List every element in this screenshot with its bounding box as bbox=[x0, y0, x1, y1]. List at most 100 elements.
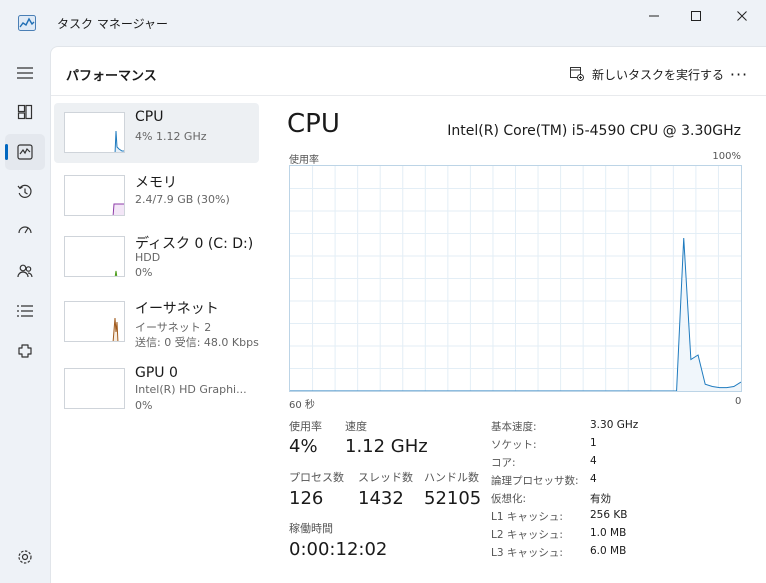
hamburger-menu-icon bbox=[17, 67, 33, 79]
usage-value: 4% bbox=[289, 436, 318, 457]
gpu-mini-graph bbox=[65, 369, 125, 409]
details-icon bbox=[17, 305, 33, 317]
users-icon bbox=[17, 264, 33, 278]
nav-menu-button[interactable] bbox=[5, 55, 45, 91]
graph-y-label: 使用率 bbox=[289, 155, 319, 166]
nav-startup-apps[interactable] bbox=[5, 213, 45, 249]
spec-value: 4 bbox=[590, 473, 597, 485]
spec-label: 論理プロセッサ数: bbox=[491, 475, 579, 487]
run-task-icon bbox=[570, 67, 584, 81]
spec-label: 仮想化: bbox=[491, 493, 527, 505]
nav-processes[interactable] bbox=[5, 94, 45, 130]
performance-icon bbox=[17, 144, 33, 160]
graph-y-max: 100% bbox=[712, 151, 741, 162]
active-indicator bbox=[5, 144, 8, 160]
cpu-mini-graph bbox=[114, 130, 124, 152]
speed-label: 速度 bbox=[345, 420, 367, 433]
resource-sub2: 0% bbox=[135, 399, 153, 412]
app-history-icon bbox=[17, 184, 32, 198]
ethernet-mini-graph bbox=[112, 317, 119, 341]
settings-icon bbox=[18, 550, 32, 564]
cpu-model: Intel(R) Core(TM) i5-4590 CPU @ 3.30GHz bbox=[447, 123, 741, 139]
threads-value: 1432 bbox=[358, 488, 404, 509]
minimize-button[interactable] bbox=[631, 0, 677, 32]
resource-item-gpu[interactable]: GPU 0 Intel(R) HD Graphi... 0% bbox=[54, 359, 259, 419]
spec-label: L3 キャッシュ: bbox=[491, 547, 563, 559]
speed-value: 1.12 GHz bbox=[345, 436, 428, 457]
spec-value: 1.0 MB bbox=[590, 527, 627, 539]
spec-value: 6.0 MB bbox=[590, 545, 627, 557]
spec-value: 1 bbox=[590, 437, 597, 449]
graph-time-start: 60 秒 bbox=[289, 400, 315, 411]
resource-thumbnail bbox=[64, 301, 125, 342]
close-button[interactable] bbox=[719, 0, 765, 32]
startup-apps-icon bbox=[18, 226, 32, 234]
resource-name: ディスク 0 (C: D:) bbox=[135, 236, 254, 252]
spec-label: L1 キャッシュ: bbox=[491, 511, 563, 523]
graph-time-end: 0 bbox=[735, 396, 742, 407]
cpu-usage-graph bbox=[289, 165, 742, 392]
resource-name: イーサネット bbox=[135, 301, 219, 317]
spec-label: ソケット: bbox=[491, 439, 537, 451]
resource-thumbnail bbox=[64, 112, 125, 153]
nav-users[interactable] bbox=[5, 253, 45, 289]
resource-name: GPU 0 bbox=[135, 365, 178, 381]
resource-sub: Intel(R) HD Graphi... bbox=[135, 383, 247, 396]
main-content: パフォーマンス 新しいタスクを実行する ··· CPU 4% 1.12 GHz bbox=[50, 46, 766, 583]
minimize-icon bbox=[649, 15, 659, 17]
uptime-label: 稼働時間 bbox=[289, 522, 333, 535]
run-task-label: 新しいタスクを実行する bbox=[592, 67, 725, 82]
nav-settings[interactable] bbox=[5, 539, 45, 575]
resource-sub: 2.4/7.9 GB (30%) bbox=[135, 193, 230, 206]
task-manager-app-icon bbox=[18, 15, 36, 31]
resource-thumbnail bbox=[64, 368, 125, 409]
spec-label: L2 キャッシュ: bbox=[491, 529, 563, 541]
spec-value: 3.30 GHz bbox=[590, 419, 639, 431]
window-title: タスク マネージャー bbox=[57, 17, 168, 31]
disk-mini-graph bbox=[114, 270, 118, 276]
resource-item-ethernet[interactable]: イーサネット イーサネット 2 送信: 0 受信: 48.0 Kbps bbox=[54, 292, 259, 352]
detail-title: CPU bbox=[287, 109, 340, 139]
nav-performance[interactable] bbox=[5, 134, 45, 170]
usage-label: 使用率 bbox=[289, 420, 322, 433]
resource-sub: イーサネット 2 bbox=[135, 321, 212, 334]
processes-value: 126 bbox=[289, 488, 324, 509]
nav-services[interactable] bbox=[5, 333, 45, 369]
resource-item-cpu[interactable]: CPU 4% 1.12 GHz bbox=[54, 103, 259, 163]
resource-name: メモリ bbox=[135, 175, 177, 191]
spec-value: 4 bbox=[590, 455, 597, 467]
spec-value: 256 KB bbox=[590, 509, 628, 521]
resource-sub2: 送信: 0 受信: 48.0 Kbps bbox=[135, 336, 259, 349]
close-icon bbox=[737, 11, 747, 21]
resource-name: CPU bbox=[135, 109, 164, 125]
memory-mini-graph bbox=[112, 203, 124, 215]
resource-sub: HDD bbox=[135, 251, 161, 264]
processes-icon bbox=[17, 104, 33, 120]
handles-value: 52105 bbox=[424, 488, 482, 509]
uptime-value: 0:00:12:02 bbox=[289, 539, 388, 560]
spec-label: 基本速度: bbox=[491, 421, 537, 433]
run-new-task-button[interactable]: 新しいタスクを実行する bbox=[566, 60, 728, 88]
graph-grid bbox=[290, 166, 741, 391]
maximize-icon bbox=[691, 11, 701, 21]
spec-label: コア: bbox=[491, 457, 516, 469]
spec-value: 有効 bbox=[590, 493, 611, 505]
threads-label: スレッド数 bbox=[358, 471, 413, 484]
nav-app-history[interactable] bbox=[5, 174, 45, 210]
more-options-button[interactable]: ··· bbox=[725, 61, 753, 87]
resource-thumbnail bbox=[64, 236, 125, 277]
handles-label: ハンドル数 bbox=[424, 471, 479, 484]
header-divider bbox=[51, 95, 766, 96]
page-title: パフォーマンス bbox=[66, 69, 157, 84]
resource-sub2: 0% bbox=[135, 266, 153, 279]
navigation-sidebar bbox=[0, 46, 50, 583]
services-icon bbox=[18, 344, 32, 358]
maximize-button[interactable] bbox=[673, 0, 719, 32]
resource-item-disk[interactable]: ディスク 0 (C: D:) HDD 0% bbox=[54, 227, 259, 287]
title-bar: タスク マネージャー bbox=[0, 0, 766, 46]
resource-sub: 4% 1.12 GHz bbox=[135, 130, 207, 143]
nav-details[interactable] bbox=[5, 293, 45, 329]
resource-thumbnail bbox=[64, 175, 125, 216]
resource-item-memory[interactable]: メモリ 2.4/7.9 GB (30%) bbox=[54, 166, 259, 226]
processes-label: プロセス数 bbox=[289, 471, 344, 484]
